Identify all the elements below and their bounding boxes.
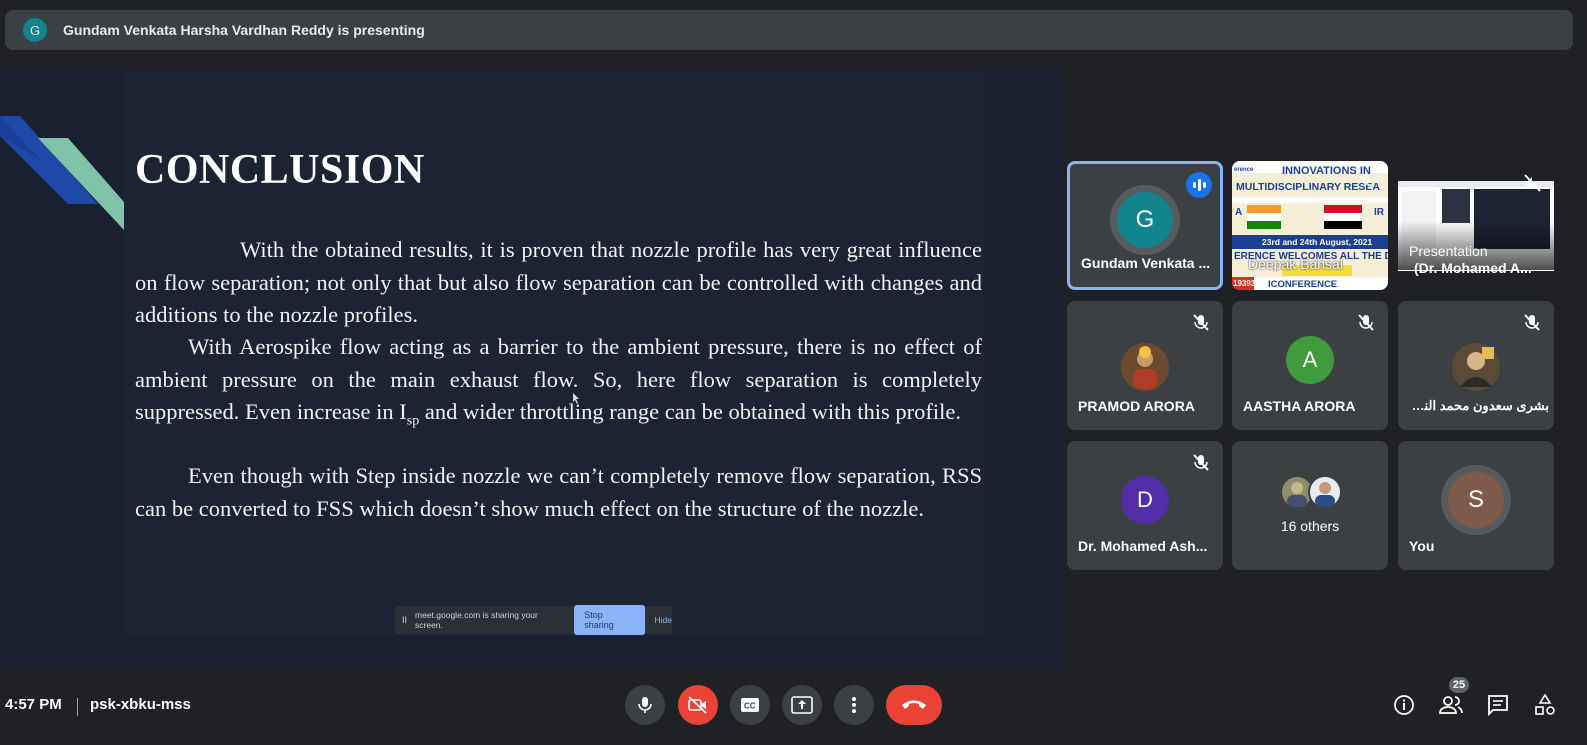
screen-share-notification: II meet.google.com is sharing your scree… bbox=[395, 605, 672, 635]
video-off-icon bbox=[688, 696, 707, 714]
meeting-details-button[interactable] bbox=[1390, 691, 1418, 719]
india-flag-icon bbox=[1247, 205, 1281, 229]
participant-name: بشرى سعدون محمد النوري bbox=[1409, 398, 1549, 413]
isp-subscript: sp bbox=[406, 413, 420, 429]
share-message: meet.google.com is sharing your screen. bbox=[415, 610, 538, 630]
more-options-button[interactable] bbox=[834, 685, 874, 725]
presenting-banner: G Gundam Venkata Harsha Vardhan Reddy is… bbox=[5, 10, 1573, 50]
mic-off-icon bbox=[1193, 454, 1209, 471]
avatar: G bbox=[1117, 191, 1173, 248]
participant-name: PRAMOD ARORA bbox=[1078, 398, 1195, 414]
slide-paragraph-1: With the obtained results, it is proven … bbox=[135, 237, 982, 327]
hide-link[interactable]: Hide bbox=[655, 615, 672, 625]
avatar: S bbox=[1448, 471, 1504, 528]
presenting-text: Gundam Venkata Harsha Vardhan Reddy is p… bbox=[63, 22, 425, 38]
avatar bbox=[1121, 343, 1169, 391]
volume-off-icon bbox=[1524, 174, 1541, 192]
present-screen-icon bbox=[791, 696, 813, 714]
participant-tile-others[interactable]: 16 others bbox=[1232, 441, 1388, 570]
presentation-name-line2: (Dr. Mohamed A... bbox=[1414, 260, 1532, 276]
participant-name: Gundam Venkata ... bbox=[1081, 255, 1211, 271]
more-vert-icon bbox=[852, 697, 856, 713]
paragraph-2-text-end: and wider throttling range can be obtain… bbox=[419, 399, 961, 424]
mouse-cursor-icon bbox=[573, 393, 579, 404]
shared-screen[interactable]: CONCLUSION With the obtained results, it… bbox=[0, 68, 1062, 668]
leave-call-button[interactable] bbox=[886, 685, 942, 725]
poster-right: IR bbox=[1374, 207, 1384, 218]
participant-name: Dr. Mohamed Ash... bbox=[1078, 538, 1208, 554]
people-button[interactable] bbox=[1437, 691, 1465, 719]
activities-button[interactable] bbox=[1531, 691, 1559, 719]
captions-icon: CC bbox=[741, 698, 759, 712]
avatar bbox=[1452, 343, 1500, 391]
meeting-code: psk-xbku-mss bbox=[90, 696, 191, 713]
presentation-name-line1: Presentation bbox=[1409, 243, 1488, 259]
participant-name: AASTHA ARORA bbox=[1243, 398, 1356, 414]
participant-count-badge: 25 bbox=[1449, 677, 1469, 693]
participant-name: You bbox=[1409, 538, 1435, 554]
poster-left: A bbox=[1235, 207, 1243, 218]
mic-off-icon bbox=[1193, 314, 1209, 331]
slide-decoration bbox=[0, 116, 124, 230]
svg-text:CC: CC bbox=[744, 702, 756, 711]
people-icon bbox=[1439, 696, 1463, 714]
participant-tile-deepak[interactable]: erence INNOVATIONS IN MULTIDISCIPLINARY … bbox=[1232, 161, 1388, 290]
speaking-indicator-icon bbox=[1186, 172, 1212, 198]
participant-name: Deepak Bansal bbox=[1248, 256, 1343, 272]
info-icon bbox=[1394, 695, 1414, 715]
participant-tile-you[interactable]: S You bbox=[1398, 441, 1554, 570]
others-avatar bbox=[1308, 475, 1342, 509]
participant-tile-presentation[interactable]: Presentation (Dr. Mohamed A... bbox=[1398, 161, 1554, 290]
participant-tile-aastha[interactable]: A AASTHA ARORA bbox=[1232, 301, 1388, 430]
bottom-control-bar: 4:57 PM psk-xbku-mss CC 25 bbox=[0, 673, 1587, 745]
activities-icon bbox=[1535, 694, 1555, 715]
call-end-icon bbox=[902, 700, 926, 709]
slide-paragraph-3: Even though with Step inside nozzle we c… bbox=[135, 463, 982, 521]
mic-off-icon bbox=[1358, 314, 1374, 331]
chat-icon bbox=[1488, 695, 1508, 716]
pause-icon: II bbox=[402, 615, 408, 625]
participant-tile-bushra[interactable]: بشرى سعدون محمد النوري bbox=[1398, 301, 1554, 430]
presenter-avatar: G bbox=[23, 18, 47, 42]
avatar: D bbox=[1121, 475, 1169, 524]
slide-title: CONCLUSION bbox=[135, 147, 425, 193]
microphone-button[interactable] bbox=[625, 685, 665, 725]
chat-button[interactable] bbox=[1484, 691, 1512, 719]
captions-button[interactable]: CC bbox=[730, 685, 770, 725]
poster-top: erence bbox=[1234, 167, 1254, 173]
poster-code: 19393 bbox=[1233, 279, 1256, 288]
mic-off-icon bbox=[1358, 174, 1374, 191]
slide-paragraph-2: With Aerospike flow acting as a barrier … bbox=[135, 331, 982, 438]
mic-off-icon bbox=[1524, 314, 1540, 331]
present-button[interactable] bbox=[782, 685, 822, 725]
poster-date: 23rd and 24th August, 2021 bbox=[1262, 237, 1373, 247]
participant-tile-presenter[interactable]: G Gundam Venkata ... bbox=[1067, 161, 1223, 290]
divider bbox=[77, 698, 78, 716]
avatar: A bbox=[1286, 335, 1334, 384]
mic-icon bbox=[638, 697, 652, 713]
camera-button[interactable] bbox=[678, 685, 718, 725]
others-label: 16 others bbox=[1280, 518, 1340, 534]
stop-sharing-button[interactable]: Stop sharing bbox=[574, 605, 645, 635]
poster-conf: ICONFERENCE bbox=[1268, 279, 1338, 290]
participant-tile-pramod[interactable]: PRAMOD ARORA bbox=[1067, 301, 1223, 430]
meeting-time: 4:57 PM bbox=[5, 696, 62, 713]
participant-tile-dr-mohamed[interactable]: D Dr. Mohamed Ash... bbox=[1067, 441, 1223, 570]
iraq-flag-icon bbox=[1324, 205, 1362, 229]
